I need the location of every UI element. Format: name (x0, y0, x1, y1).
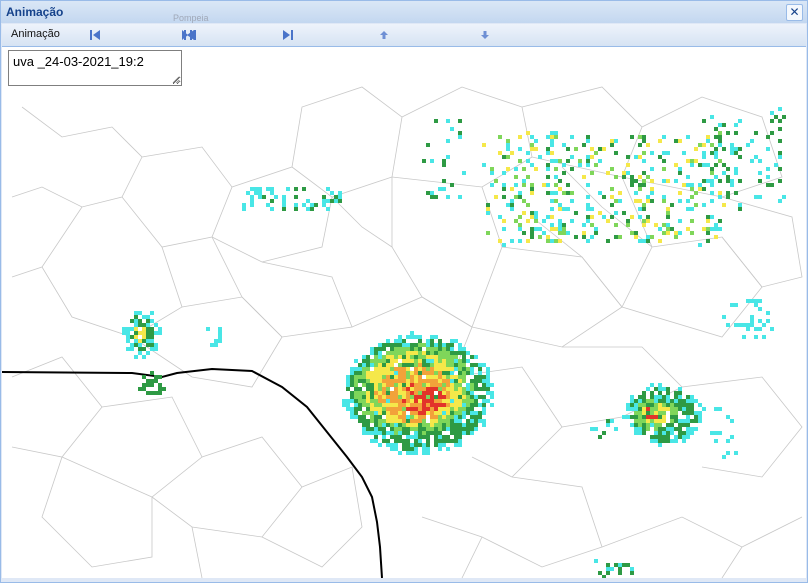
speed-up-button[interactable] (374, 26, 394, 44)
speed-down-button[interactable] (475, 26, 495, 44)
resize-grip-icon[interactable] (172, 76, 180, 84)
frame-timestamp-text: uva _24-03-2021_19:2 (13, 54, 144, 69)
radar-map[interactable] (2, 47, 806, 578)
window-title: Animação (6, 5, 64, 19)
next-frame-button[interactable] (278, 26, 298, 44)
arrow-up-icon (380, 31, 388, 39)
arrow-down-icon (481, 31, 489, 39)
radar-map-canvas (2, 86, 803, 578)
state-border-line (2, 367, 383, 578)
skip-to-start-icon (90, 30, 100, 40)
animation-toolbar: Animação (2, 24, 806, 47)
play-pause-icon (182, 30, 196, 40)
frame-timestamp-field[interactable]: uva _24-03-2021_19:2 (8, 50, 182, 86)
municipal-boundaries (11, 86, 803, 578)
skip-start-button[interactable] (85, 26, 105, 44)
window-titlebar[interactable]: Animação Pompeia ✕ (1, 1, 807, 23)
play-pause-button[interactable] (179, 26, 199, 44)
toolbar-label: Animação (11, 28, 60, 40)
close-icon[interactable]: ✕ (786, 4, 803, 21)
radar-echoes (122, 107, 786, 578)
map-city-label: Pompeia (173, 13, 209, 23)
step-forward-icon (283, 30, 293, 40)
animation-window: Animação Pompeia ✕ Animação uva _24-03-2… (0, 0, 808, 583)
